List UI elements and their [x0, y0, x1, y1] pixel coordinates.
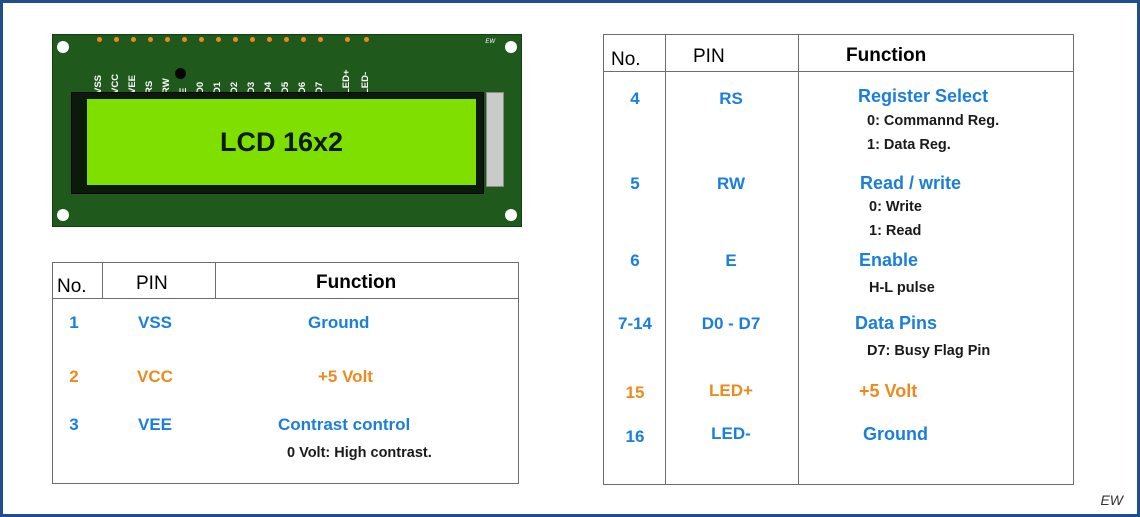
pin-pad: [182, 37, 187, 42]
row-pin: VCC: [137, 367, 173, 386]
mounting-hole: [57, 209, 69, 221]
row-pin: LED-: [711, 424, 751, 443]
pin-label-d2: D2: [229, 81, 240, 94]
row-function: Register Select: [858, 86, 989, 106]
table-border: [518, 262, 519, 483]
mounting-hole: [57, 41, 69, 53]
pin-label-d6: D6: [297, 81, 308, 94]
table-border: [603, 34, 1074, 35]
lcd-module-board: VSS VCC VEE RS RW E D0 D1 D2 D3 D4 D5 D6…: [52, 34, 522, 227]
header-pin: PIN: [693, 46, 725, 67]
row-function: Enable: [859, 250, 919, 270]
row-function: Contrast control: [278, 415, 411, 434]
watermark: EW: [1100, 492, 1123, 508]
row-no: 5: [630, 174, 640, 193]
contrast-pot: [175, 68, 186, 79]
pin-pad: [216, 37, 221, 42]
table-border: [603, 484, 1074, 485]
pin-label-rw: RW: [161, 78, 172, 94]
row-pin: VEE: [137, 415, 173, 434]
pin-label-vss: VSS: [93, 74, 104, 94]
row-note: 0: Write: [869, 199, 922, 215]
mounting-hole: [505, 41, 517, 53]
pin-pad: [199, 37, 204, 42]
table-border: [603, 34, 604, 484]
table-border: [52, 262, 53, 483]
pin-pad: [301, 37, 306, 42]
row-pin: LED+: [709, 381, 753, 400]
row-pin: E: [725, 251, 737, 270]
row-function: Ground: [863, 424, 928, 444]
row-function: Ground: [308, 313, 370, 332]
header-no: No.: [57, 276, 87, 297]
pin-label-vcc: VCC: [110, 73, 121, 94]
pin-pad: [318, 37, 323, 42]
row-note: 1: Data Reg.: [867, 137, 951, 153]
header-pin: PIN: [136, 273, 168, 294]
row-function: +5 Volt: [318, 367, 373, 386]
pin-pad: [345, 37, 350, 42]
row-note: 0 Volt: High contrast.: [287, 445, 432, 461]
pin-label-led-minus: LED-: [360, 71, 371, 94]
row-note: D7: Busy Flag Pin: [867, 343, 991, 359]
row-function: +5 Volt: [859, 381, 918, 401]
table-column-rule: [798, 34, 799, 484]
pin-pad: [114, 37, 119, 42]
row-note: 1: Read: [869, 223, 922, 239]
pin-pad: [233, 37, 238, 42]
pin-label-d7: D7: [314, 81, 325, 94]
pin-label-d4: D4: [263, 81, 274, 94]
pin-pad: [165, 37, 170, 42]
pin-label-d3: D3: [246, 81, 257, 94]
table-header-rule: [52, 298, 519, 299]
pin-pad: [267, 37, 272, 42]
table-border: [1073, 34, 1074, 484]
table-border: [52, 483, 519, 484]
row-pin: RW: [716, 174, 745, 193]
pin-pad: [364, 37, 369, 42]
row-note: 0: Commannd Reg.: [867, 113, 1000, 129]
row-function: Read / write: [860, 173, 962, 193]
row-no: 15: [625, 383, 645, 402]
pin-pad: [131, 37, 136, 42]
row-no: 7-14: [617, 314, 653, 333]
row-pin: D0 - D7: [701, 314, 761, 333]
pin-label-led-plus: LED+: [341, 69, 352, 94]
diagram-frame: VSS VCC VEE RS RW E D0 D1 D2 D3 D4 D5 D6…: [0, 0, 1140, 517]
table-column-rule: [215, 262, 216, 298]
pin-pad: [97, 37, 102, 42]
pin-pad: [284, 37, 289, 42]
pin-label-rs: RS: [144, 80, 155, 94]
mounting-hole: [505, 209, 517, 221]
table-border: [52, 262, 519, 263]
row-no: 4: [630, 89, 640, 108]
header-function: Function: [846, 45, 927, 66]
row-no: 6: [630, 251, 640, 270]
row-no: 1: [69, 313, 79, 332]
row-pin: VSS: [137, 313, 173, 332]
board-mark: EW: [485, 39, 495, 45]
lcd-screen-text: LCD 16x2: [219, 126, 344, 157]
row-note: H-L pulse: [869, 280, 935, 296]
row-function: Data Pins: [855, 313, 938, 333]
backlight-connector: [486, 92, 504, 187]
lcd-bezel: LCD 16x2: [71, 92, 484, 194]
row-pin: RS: [719, 89, 743, 108]
table-header-rule: [603, 71, 1074, 72]
table-column-rule: [665, 34, 666, 484]
row-no: 3: [69, 415, 79, 434]
row-no: 16: [625, 427, 645, 446]
row-no: 2: [69, 367, 79, 386]
pin-label-d5: D5: [280, 81, 291, 94]
pin-pad: [148, 37, 153, 42]
pin-label-d1: D1: [212, 81, 223, 94]
table-column-rule: [102, 262, 103, 298]
pin-label-d0: D0: [195, 81, 206, 94]
lcd-screen: LCD 16x2: [87, 99, 476, 185]
pin-label-vee: VEE: [127, 74, 138, 94]
header-no: No.: [611, 49, 641, 70]
pin-pad: [250, 37, 255, 42]
header-function: Function: [316, 272, 397, 293]
